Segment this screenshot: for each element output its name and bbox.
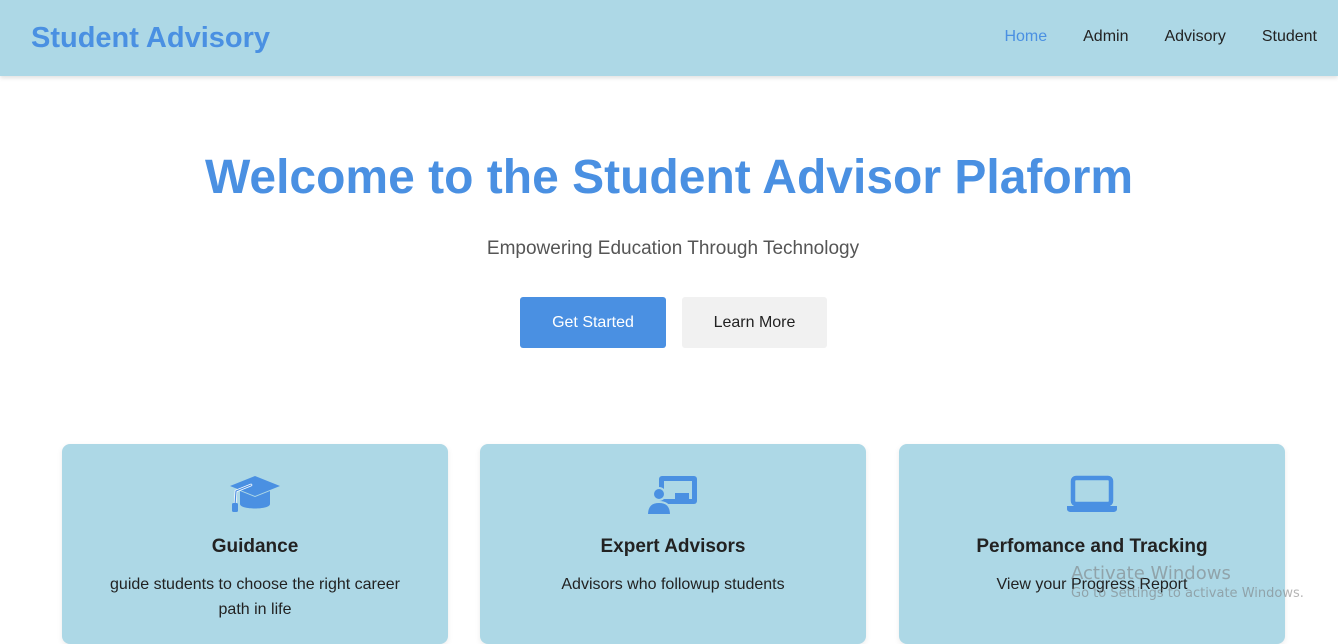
card-title: Guidance bbox=[211, 536, 299, 557]
laptop-icon bbox=[899, 474, 1285, 518]
feature-card-expert-advisors: Expert Advisors Advisors who followup st… bbox=[480, 444, 866, 644]
card-text: guide students to choose the right caree… bbox=[110, 576, 400, 618]
nav-link-admin[interactable]: Admin bbox=[1083, 27, 1128, 47]
watermark-subtitle: Go to Settings to activate Windows. bbox=[1071, 586, 1304, 601]
hero-title: Welcome to the Student Advisor Plaform bbox=[204, 151, 1134, 204]
activate-windows-watermark: Activate Windows Go to Settings to activ… bbox=[1071, 563, 1304, 603]
get-started-button[interactable]: Get Started bbox=[520, 297, 666, 348]
graduation-cap-icon bbox=[62, 474, 448, 518]
nav-link-advisory[interactable]: Advisory bbox=[1164, 27, 1225, 47]
watermark-title: Activate Windows bbox=[1071, 563, 1231, 584]
chalkboard-teacher-icon bbox=[480, 474, 866, 518]
nav-links: Home Admin Advisory Student bbox=[968, 27, 1317, 47]
card-title: Expert Advisors bbox=[600, 536, 746, 557]
nav-link-home[interactable]: Home bbox=[1004, 27, 1047, 47]
learn-more-button[interactable]: Learn More bbox=[682, 297, 827, 348]
top-navbar: Student Advisory Home Admin Advisory Stu… bbox=[0, 0, 1338, 76]
nav-link-student[interactable]: Student bbox=[1262, 27, 1317, 47]
card-title: Perfomance and Tracking bbox=[976, 536, 1208, 557]
feature-card-performance-tracking: Perfomance and Tracking View your Progre… bbox=[899, 444, 1285, 644]
feature-card-guidance: Guidance guide students to choose the ri… bbox=[62, 444, 448, 644]
brand-logo[interactable]: Student Advisory bbox=[31, 21, 270, 55]
card-text: Advisors who followup students bbox=[561, 576, 785, 593]
hero-subtitle: Empowering Education Through Technology bbox=[486, 238, 860, 259]
